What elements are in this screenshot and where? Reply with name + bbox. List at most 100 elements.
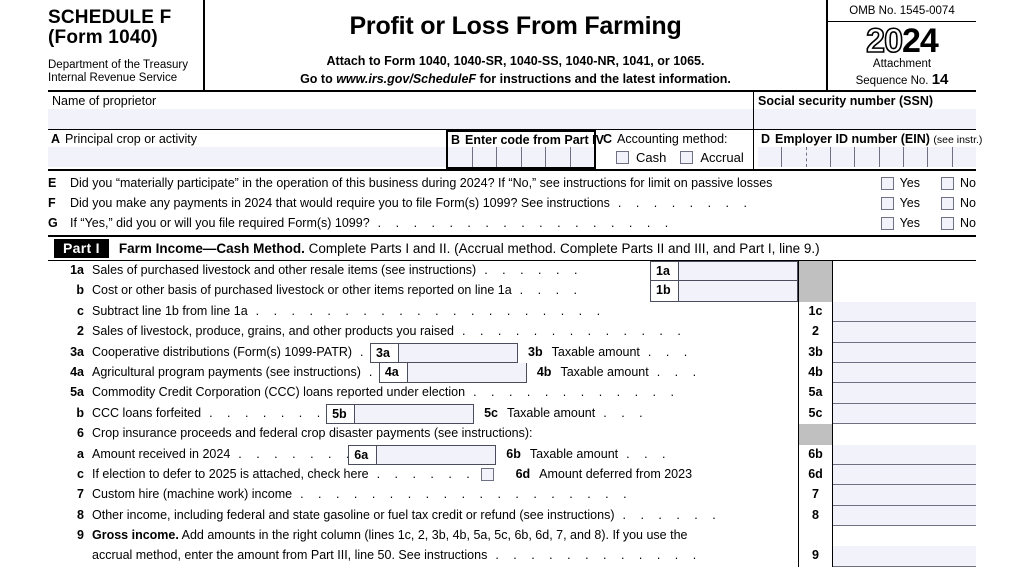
- yes-label-g: Yes: [899, 216, 920, 230]
- amount-input-1a[interactable]: [679, 262, 797, 281]
- right-amount-5a[interactable]: [833, 383, 976, 404]
- name-input[interactable]: [48, 109, 753, 129]
- right-amount-8[interactable]: [833, 505, 976, 527]
- no-checkbox-e[interactable]: [941, 176, 955, 190]
- right-line-number-6d: 6d: [799, 464, 833, 486]
- line-desc-6a: Amount received in 2024: [92, 446, 231, 461]
- amount-input-5b[interactable]: [355, 404, 474, 424]
- amount-box-3a: 3a: [370, 342, 519, 363]
- ein-input[interactable]: [758, 147, 976, 167]
- right-amount-5c[interactable]: [833, 403, 976, 425]
- amount-input-3a[interactable]: [399, 343, 518, 362]
- ein-cell-seg[interactable]: [904, 147, 929, 167]
- amount-input-1b[interactable]: [679, 281, 797, 301]
- code-cell[interactable]: [571, 147, 595, 167]
- code-cell[interactable]: [497, 147, 522, 167]
- right-amount-9[interactable]: [833, 546, 976, 567]
- part-iv-code-input[interactable]: [448, 147, 594, 167]
- right-line-number-5c: 5c: [799, 403, 833, 425]
- ein-cell-seg[interactable]: [807, 147, 831, 167]
- no-label-f: No: [960, 196, 976, 210]
- ein-note: (see instr.): [933, 134, 983, 146]
- cash-label: Cash: [636, 149, 667, 165]
- right-amount-3b[interactable]: [833, 342, 976, 363]
- mid-dots-4b: . . .: [656, 364, 702, 379]
- no-checkbox-g[interactable]: [941, 216, 955, 230]
- accrual-checkbox[interactable]: [680, 150, 694, 164]
- amount-tag-1b: 1b: [651, 281, 679, 301]
- right-col-5a: 5a: [798, 383, 976, 404]
- sequence-line: Sequence No. 14: [828, 72, 976, 90]
- amount-tag-6a: 6a: [349, 445, 378, 464]
- right-col-9-top: [798, 526, 976, 547]
- line-dots-6: [533, 424, 799, 444]
- right-amount-4b[interactable]: [833, 362, 976, 384]
- line-desc-1c: Subtract line 1b from line 1a: [92, 303, 248, 318]
- principal-crop-text: Principal crop or activity: [65, 132, 198, 146]
- no-group-g: No: [920, 216, 976, 230]
- question-row-f: F Did you make any payments in 2024 that…: [48, 193, 976, 213]
- line-row-9-first: 9 Gross income. Add amounts in the right…: [48, 526, 976, 547]
- ein-cell-seg[interactable]: [928, 147, 953, 167]
- amount-input-6a[interactable]: [377, 445, 496, 464]
- ssn-input[interactable]: [754, 109, 976, 129]
- yes-checkbox-g[interactable]: [880, 216, 894, 230]
- ein-cell-seg[interactable]: [831, 147, 856, 167]
- code-cell[interactable]: [448, 147, 473, 167]
- amount-input-4a[interactable]: [407, 362, 526, 383]
- code-cell[interactable]: [546, 147, 571, 167]
- right-col-7: 7: [798, 485, 976, 506]
- line-row-1b: b Cost or other basis of purchased lives…: [48, 281, 976, 302]
- mid-line-number-3b: 3b: [528, 344, 543, 359]
- line-dots-5a: . . . . . . . . . . . .: [473, 385, 680, 400]
- ssn-cell: Social security number (SSN): [754, 92, 976, 129]
- line-body-2: Sales of livestock, produce, grains, and…: [92, 322, 798, 342]
- ein-cell-seg[interactable]: [758, 147, 783, 167]
- ein-cell-seg[interactable]: [855, 147, 880, 167]
- part-1-title-rest: Complete Parts I and II. (Accrual method…: [304, 241, 820, 256]
- questions-block: E Did you “materially participate” in th…: [48, 171, 976, 237]
- line-row-5b: b CCC loans forfeited . . . . . . . . . …: [48, 403, 976, 425]
- line-desc-6c: If election to defer to 2025 is attached…: [92, 466, 369, 481]
- code-cell[interactable]: [522, 147, 546, 167]
- department-line2: Internal Revenue Service: [48, 71, 178, 84]
- cash-checkbox[interactable]: [616, 150, 629, 164]
- code-cell[interactable]: [473, 147, 497, 167]
- right-amount-7[interactable]: [833, 485, 976, 506]
- right-amount-2[interactable]: [833, 322, 976, 343]
- no-checkbox-f[interactable]: [941, 196, 955, 210]
- right-col-8: 8: [798, 505, 976, 527]
- right-amount-6b[interactable]: [833, 444, 976, 465]
- mid-line-number-4b: 4b: [536, 364, 552, 379]
- line-row-7: 7 Custom hire (machine work) income . . …: [48, 485, 976, 506]
- line-desc-4a: Agricultural program payments (see instr…: [92, 364, 361, 379]
- page-title: Profit or Loss From Farming: [349, 12, 682, 40]
- ein-cell-seg[interactable]: [782, 147, 807, 167]
- right-line-number-8: 8: [799, 505, 833, 527]
- right-col-6: [798, 424, 976, 445]
- line-row-6a: a Amount received in 2024 . . . . . . . …: [48, 444, 976, 465]
- accrual-label: Accrual: [700, 149, 744, 165]
- right-amount-6d[interactable]: [833, 464, 976, 486]
- line-number-1a: 1a: [70, 263, 84, 277]
- leader-dots-f: . . . . . . . .: [617, 196, 753, 210]
- yes-checkbox-f[interactable]: [880, 196, 894, 210]
- line-desc-5a: Commodity Credit Corporation (CCC) loans…: [92, 385, 466, 400]
- line-dots-6a: . . . . . . . .: [238, 446, 348, 461]
- yesno-e: Yes: [858, 176, 920, 190]
- defer-election-checkbox[interactable]: [480, 467, 494, 481]
- ein-cell-seg[interactable]: [953, 147, 976, 167]
- line-row-6: 6 Crop insurance proceeds and federal cr…: [48, 424, 976, 445]
- line-number-9: 9: [77, 528, 84, 543]
- tax-year-century: 20: [865, 22, 903, 60]
- yes-checkbox-e[interactable]: [880, 176, 894, 190]
- line-desc-9-rest: Add amounts in the right column (lines 1…: [178, 528, 688, 543]
- amount-box-4a: 4a: [378, 362, 527, 384]
- right-amount-1c[interactable]: [833, 301, 976, 323]
- proprietor-row: Name of proprietor Social security numbe…: [48, 92, 976, 130]
- ein-cell-seg[interactable]: [880, 147, 904, 167]
- principal-crop-input[interactable]: [48, 147, 446, 167]
- goto-url[interactable]: www.irs.gov/ScheduleF: [336, 72, 476, 86]
- right-gray-block-1a: [799, 261, 833, 282]
- amount-tag-5b: 5b: [327, 404, 356, 424]
